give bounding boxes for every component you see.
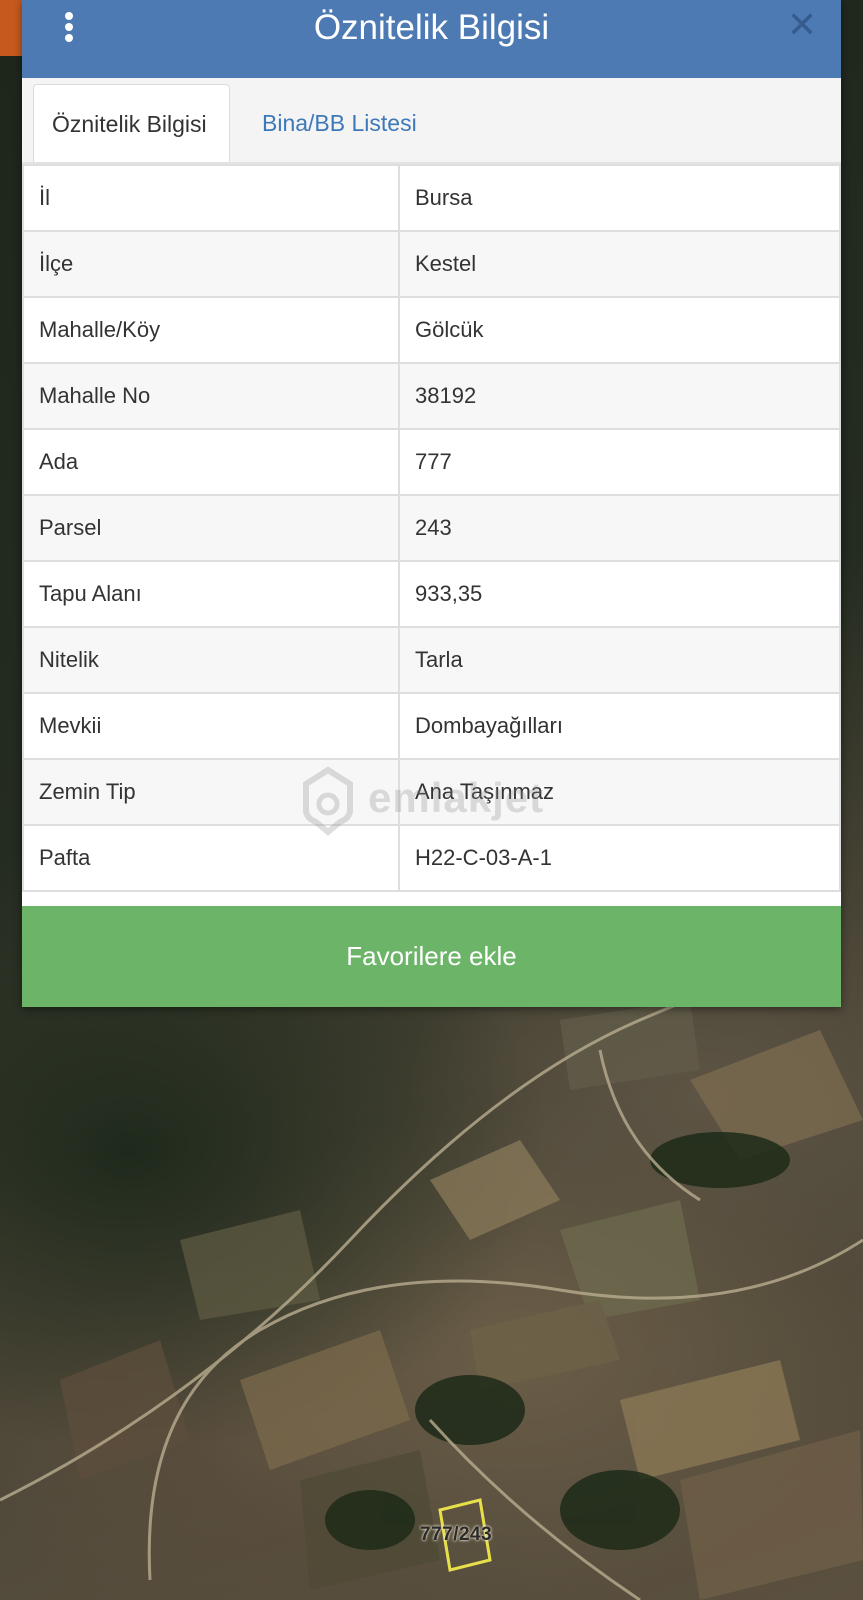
table-row: Parsel 243 xyxy=(22,494,841,562)
attribute-key: Zemin Tip xyxy=(22,758,400,826)
attribute-key: Mahalle/Köy xyxy=(22,296,400,364)
attribute-key: Tapu Alanı xyxy=(22,560,400,628)
attribute-value: Dombayağılları xyxy=(398,692,841,760)
attribute-dialog: Öznitelik Bilgisi ✕ Öznitelik Bilgisi Bi… xyxy=(22,0,841,1007)
table-row: Ada 777 xyxy=(22,428,841,496)
tab-building-list[interactable]: Bina/BB Listesi xyxy=(244,84,435,162)
parcel-label: 777/243 xyxy=(420,1524,493,1545)
attribute-key: Mahalle No xyxy=(22,362,400,430)
attribute-value: 777 xyxy=(398,428,841,496)
attribute-value: Kestel xyxy=(398,230,841,298)
table-row: Mahalle/Köy Gölcük xyxy=(22,296,841,364)
add-to-favorites-button[interactable]: Favorilere ekle xyxy=(22,906,841,1007)
attribute-key: Pafta xyxy=(22,824,400,892)
close-icon[interactable]: ✕ xyxy=(787,7,817,43)
attribute-table: İl Bursa İlçe Kestel Mahalle/Köy Gölcük Mah… xyxy=(22,164,841,892)
attribute-value: Tarla xyxy=(398,626,841,694)
attribute-key: Mevkii xyxy=(22,692,400,760)
table-row: Pafta H22-C-03-A-1 xyxy=(22,824,841,892)
attribute-key: Nitelik xyxy=(22,626,400,694)
table-row: Nitelik Tarla xyxy=(22,626,841,694)
table-row: İl Bursa xyxy=(22,164,841,232)
attribute-value: H22-C-03-A-1 xyxy=(398,824,841,892)
attribute-value: 243 xyxy=(398,494,841,562)
tab-attribute-info[interactable]: Öznitelik Bilgisi xyxy=(33,84,230,162)
attribute-key: İl xyxy=(22,164,400,232)
table-row: Mahalle No 38192 xyxy=(22,362,841,430)
dialog-title: Öznitelik Bilgisi xyxy=(313,8,550,47)
table-row: Tapu Alanı 933,35 xyxy=(22,560,841,628)
attribute-key: Ada xyxy=(22,428,400,496)
dialog-header: Öznitelik Bilgisi ✕ xyxy=(22,0,841,78)
table-row: İlçe Kestel xyxy=(22,230,841,298)
table-row: Zemin Tip Ana Taşınmaz xyxy=(22,758,841,826)
attribute-key: İlçe xyxy=(22,230,400,298)
attribute-value: Ana Taşınmaz xyxy=(398,758,841,826)
attribute-value: Bursa xyxy=(398,164,841,232)
table-row: Mevkii Dombayağılları xyxy=(22,692,841,760)
attribute-value: 933,35 xyxy=(398,560,841,628)
attribute-value: 38192 xyxy=(398,362,841,430)
attribute-key: Parsel xyxy=(22,494,400,562)
map-edge-decoration xyxy=(0,0,22,56)
attribute-value: Gölcük xyxy=(398,296,841,364)
tab-bar: Öznitelik Bilgisi Bina/BB Listesi xyxy=(22,78,841,164)
